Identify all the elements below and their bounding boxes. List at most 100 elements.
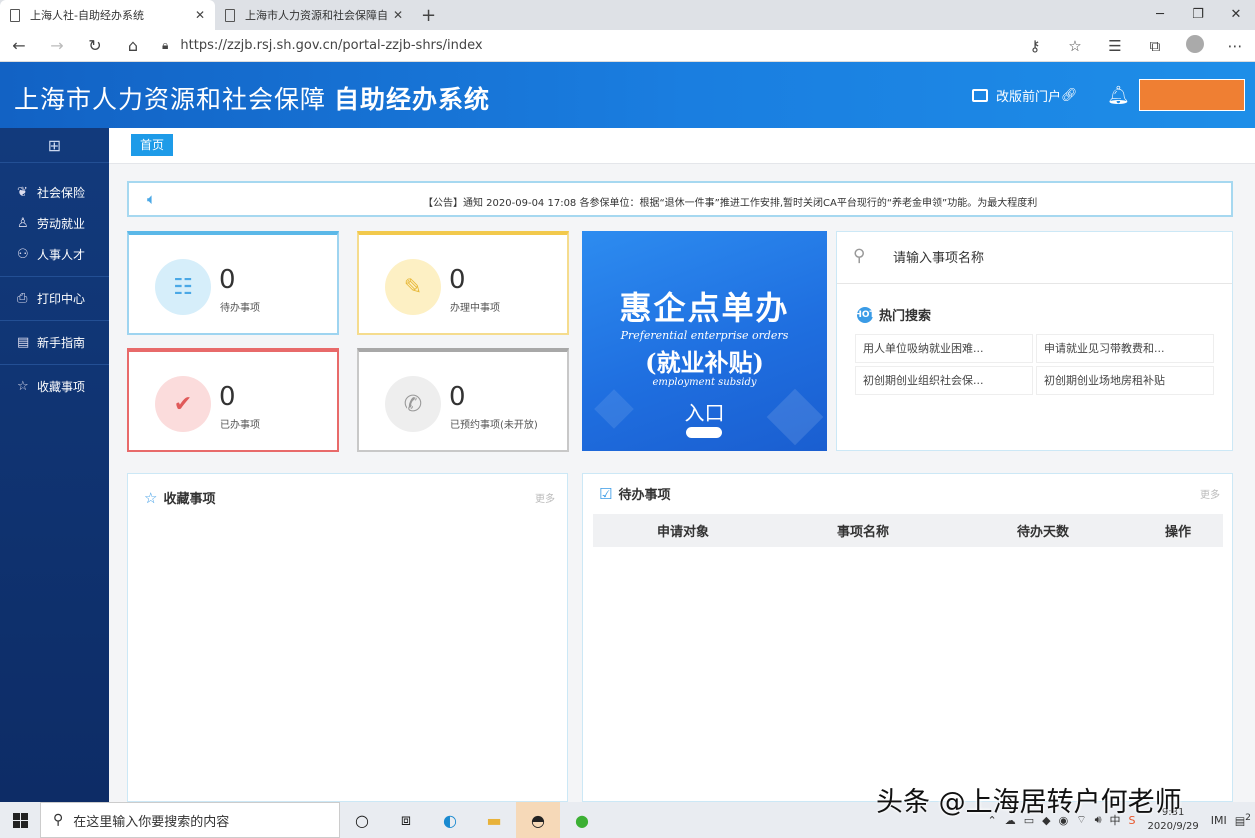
address-bar: ← → ↻ ⌂ 🔒︎ https://zzjb.rsj.sh.gov.cn/po… (0, 30, 1255, 62)
sidebar-item-label: 新手指南 (37, 336, 86, 350)
notification-icon[interactable]: ▤2 (1235, 812, 1251, 828)
browser-tab-active[interactable]: 上海人社-自助经办系统 ✕ (0, 0, 215, 30)
column-header: 待办天数 (1016, 525, 1069, 540)
windows-start-icon[interactable] (0, 802, 40, 838)
window-controls: ─ ❐ ✕ (1141, 0, 1255, 30)
banner-english-title: Preferential enterprise orders (620, 329, 789, 342)
hot-search-title: 热门搜索 (879, 309, 932, 324)
breadcrumb: 首页 (109, 128, 1255, 164)
sidebar-item-social-insurance[interactable]: ❦ 社会保险 (0, 177, 109, 208)
sidebar-item-favorites[interactable]: ☆ 收藏事项 (0, 371, 109, 402)
tab-title: 上海人社-自助经办系统 (30, 9, 144, 22)
close-window-icon[interactable]: ✕ (1217, 0, 1255, 30)
site-title: 上海市人力资源和社会保障 自助经办系统 (14, 80, 490, 116)
banner-entry-label: 入口 (684, 401, 725, 425)
close-tab-icon[interactable]: ✕ (195, 8, 205, 22)
file-explorer-icon[interactable]: ▬ (472, 802, 516, 838)
site-title-regular: 上海市人力资源和社会保障 (14, 85, 327, 114)
favorites-heading: ☆ 收藏事项 (144, 488, 215, 508)
user-box[interactable] (1139, 79, 1245, 111)
old-portal-label: 改版前门户 (996, 90, 1062, 105)
guide-icon: ▤ (17, 335, 30, 350)
column-header: 操作 (1164, 525, 1191, 540)
stat-card-done[interactable]: ✔ 0 已办事项 (127, 348, 339, 452)
document-check-icon: ✔ (155, 376, 211, 432)
collections-icon[interactable]: ⧉ (1135, 37, 1175, 55)
minimize-icon[interactable]: ─ (1141, 0, 1179, 30)
refresh-icon[interactable]: ↻ (76, 36, 114, 55)
more-menu-icon[interactable]: ⋯ (1215, 37, 1255, 55)
favorites-more-link[interactable]: 更多 (535, 490, 555, 505)
hot-search-list: 用人单位吸纳就业困难... 申请就业见习带教费和... 初创期创业组织社会保..… (855, 334, 1214, 395)
hot-search-item[interactable]: 初创期创业场地房租补贴 (1036, 366, 1214, 395)
ime-mode-icon[interactable]: IMI (1211, 814, 1227, 827)
main-content: 首页 🔈︎ 【公告】通知 2020-09-04 17:08 各参保单位：根据“退… (109, 128, 1255, 802)
stat-value: 0 (219, 265, 236, 295)
favorites-list-icon[interactable]: ☰ (1095, 37, 1135, 55)
stat-label: 已预约事项(未开放) (450, 420, 538, 431)
back-icon[interactable]: ← (0, 36, 38, 55)
forward-icon[interactable]: → (38, 36, 76, 55)
star-icon: ☆ (17, 379, 29, 394)
banner-subtitle: (就业补贴) (645, 348, 764, 377)
banner-entry-button[interactable] (686, 427, 722, 438)
stat-value: 0 (449, 265, 466, 295)
clipboard-check-icon: ☑ (599, 484, 613, 503)
hot-search-item[interactable]: 申请就业见习带教费和... (1036, 334, 1214, 363)
task-clock-icon: ☷ (155, 259, 211, 315)
app-icon[interactable]: ◓ (516, 802, 560, 838)
notice-text[interactable]: 【公告】通知 2020-09-04 17:08 各参保单位：根据“退休一件事”推… (423, 194, 1037, 209)
cortana-icon[interactable]: ○ (340, 802, 384, 838)
handshake-icon: ❦ (17, 185, 28, 200)
sidebar-item-employment[interactable]: ♙ 劳动就业 (0, 208, 109, 239)
phone-clock-icon: ✆ (385, 376, 441, 432)
bell-icon[interactable]: 🔔︎ (1107, 85, 1130, 106)
stat-card-appointment[interactable]: ✆ 0 已预约事项(未开放) (357, 348, 569, 452)
close-tab-icon[interactable]: ✕ (393, 8, 403, 22)
pending-title: 待办事项 (618, 488, 671, 503)
notification-count: 2 (1245, 812, 1251, 824)
employment-subsidy-banner[interactable]: 惠企点单办 Preferential enterprise orders (就业… (582, 231, 827, 451)
stat-card-pending[interactable]: ☷ 0 待办事项 (127, 231, 339, 335)
notice-bar: 🔈︎ 【公告】通知 2020-09-04 17:08 各参保单位：根据“退休一件… (127, 181, 1233, 217)
pending-panel: ☑ 待办事项 更多 申请对象 事项名称 待办天数 操作 (582, 473, 1233, 802)
new-tab-button[interactable]: + (421, 0, 436, 30)
home-icon[interactable]: ⌂ (114, 36, 152, 55)
taskbar-search-placeholder: 在这里输入你要搜索的内容 (73, 814, 230, 830)
monitor-icon (972, 89, 988, 102)
banner-english-subtitle: employment subsidy (652, 377, 757, 388)
hot-search-item[interactable]: 用人单位吸纳就业困难... (855, 334, 1033, 363)
sidebar-divider (0, 364, 109, 365)
stat-card-in-progress[interactable]: ✎ 0 办理中事项 (357, 231, 569, 335)
person-icon: ♙ (17, 216, 29, 231)
search-icon: ⚲ (53, 812, 64, 828)
stat-label: 待办事项 (220, 303, 260, 314)
star-icon: ☆ (144, 488, 158, 507)
taskbar-search[interactable]: ⚲ 在这里输入你要搜索的内容 (40, 802, 340, 838)
stat-label: 已办事项 (220, 420, 260, 431)
stat-value: 0 (219, 382, 236, 412)
pending-heading: ☑ 待办事项 (599, 484, 671, 504)
old-portal-link[interactable]: 改版前门户 🔗︎ (972, 86, 1078, 105)
apps-grid-icon[interactable]: ⊞ (0, 128, 109, 163)
browser-tab[interactable]: 上海市人力资源和社会保障自助 ✕ (215, 0, 413, 30)
url-field[interactable]: 🔒︎ https://zzjb.rsj.sh.gov.cn/portal-zzj… (162, 33, 1015, 59)
task-view-icon[interactable]: ⧈ (384, 802, 428, 838)
pending-table-header: 申请对象 事项名称 待办天数 操作 (593, 514, 1223, 547)
breadcrumb-home-tab[interactable]: 首页 (131, 134, 174, 156)
stat-value: 0 (449, 382, 466, 412)
column-header: 事项名称 (836, 525, 889, 540)
sidebar-item-guide[interactable]: ▤ 新手指南 (0, 327, 109, 358)
pending-more-link[interactable]: 更多 (1200, 486, 1220, 501)
zoom-key-icon[interactable]: ⚷ (1015, 37, 1055, 55)
sidebar-item-print-center[interactable]: ⎙ 打印中心 (0, 283, 109, 314)
edge-browser-icon[interactable]: ◐ (428, 802, 472, 838)
sidebar-item-talent[interactable]: ⚇ 人事人才 (0, 239, 109, 270)
profile-avatar[interactable] (1175, 34, 1215, 57)
hot-search-item[interactable]: 初创期创业组织社会保... (855, 366, 1033, 395)
search-input[interactable] (893, 246, 1213, 270)
wechat-icon[interactable]: ● (560, 802, 604, 838)
restore-icon[interactable]: ❐ (1179, 0, 1217, 30)
hot-search-heading: HOT 热门搜索 (854, 305, 932, 324)
favorite-star-icon[interactable]: ☆ (1055, 37, 1095, 55)
